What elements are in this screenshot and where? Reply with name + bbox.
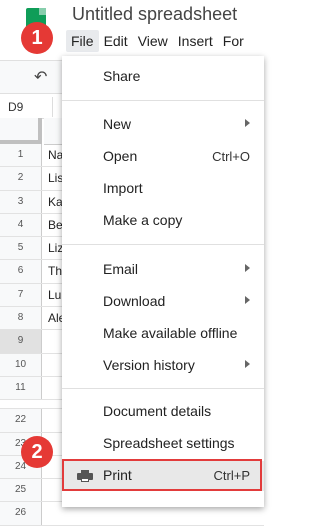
menu-divider [62, 100, 264, 101]
row-number[interactable]: 8 [0, 307, 42, 330]
menu-item-label: Open [103, 148, 138, 164]
name-box[interactable]: D9 [0, 97, 53, 117]
cell[interactable]: Th [48, 260, 62, 282]
cell[interactable]: Ka [48, 191, 63, 213]
row-number[interactable]: 3 [0, 190, 42, 213]
menu-item-spreadsheet-settings[interactable]: Spreadsheet settings [62, 429, 264, 459]
row-number[interactable]: 26 [0, 502, 42, 525]
menu-item-label: Email [103, 261, 139, 277]
step-badge-2: 2 [21, 436, 53, 468]
row-number[interactable]: 10 [0, 353, 42, 376]
cell[interactable]: Lu [48, 284, 61, 306]
menu-item-label: Document details [103, 403, 212, 419]
menu-item-label: New [103, 116, 132, 132]
row-number[interactable]: 9 [0, 330, 42, 353]
row-number[interactable]: 25 [0, 479, 42, 502]
file-menu-dropdown: Share New Open Ctrl+O Import Make a copy … [62, 56, 264, 507]
menu-item-label: Download [103, 293, 166, 309]
undo-icon[interactable]: ↶ [34, 67, 47, 87]
menu-divider [62, 244, 264, 245]
menu-item-label: Import [103, 180, 143, 196]
menu-edit[interactable]: Edit [99, 30, 133, 52]
menu-item-version-history[interactable]: Version history [62, 351, 264, 381]
menu-item-email[interactable]: Email [62, 255, 264, 285]
menu-item-offline[interactable]: Make available offline [62, 319, 264, 349]
menu-view[interactable]: View [133, 30, 173, 52]
submenu-arrow-icon [245, 264, 250, 272]
menu-item-label: Make available offline [103, 325, 238, 341]
row-number[interactable]: 2 [0, 167, 42, 190]
row-number[interactable]: 7 [0, 283, 42, 307]
menu-item-label: Share [103, 68, 141, 84]
shortcut-text: Ctrl+O [212, 149, 250, 164]
document-title[interactable]: Untitled spreadsheet [72, 4, 237, 25]
row-number[interactable]: 22 [0, 409, 42, 432]
print-highlight-box [62, 459, 262, 491]
cell[interactable]: Be [48, 214, 63, 236]
menu-item-download[interactable]: Download [62, 287, 264, 317]
menu-item-open[interactable]: Open Ctrl+O [62, 142, 264, 172]
menu-insert[interactable]: Insert [173, 30, 218, 52]
row-number[interactable]: 4 [0, 213, 42, 237]
row-number[interactable]: 6 [0, 260, 42, 283]
menu-item-share[interactable]: Share [62, 62, 264, 92]
menu-item-document-details[interactable]: Document details [62, 397, 264, 427]
submenu-arrow-icon [245, 360, 250, 368]
row-number[interactable]: 11 [0, 376, 42, 400]
row-number[interactable]: 1 [0, 144, 42, 167]
menu-item-new[interactable]: New [62, 110, 264, 140]
step-badge-1: 1 [21, 22, 53, 54]
submenu-arrow-icon [245, 296, 250, 304]
menu-format[interactable]: For [218, 30, 249, 52]
menu-divider [62, 388, 264, 389]
row-number[interactable]: 5 [0, 237, 42, 260]
menu-file[interactable]: File [66, 30, 99, 52]
menu-bar: File Edit View Insert For [66, 30, 249, 52]
grid-corner[interactable] [0, 118, 42, 144]
menu-item-label: Spreadsheet settings [103, 435, 235, 451]
menu-item-label: Version history [103, 357, 195, 373]
submenu-arrow-icon [245, 119, 250, 127]
menu-item-label: Make a copy [103, 212, 183, 228]
menu-item-import[interactable]: Import [62, 174, 264, 204]
menu-item-make-copy[interactable]: Make a copy [62, 206, 264, 236]
